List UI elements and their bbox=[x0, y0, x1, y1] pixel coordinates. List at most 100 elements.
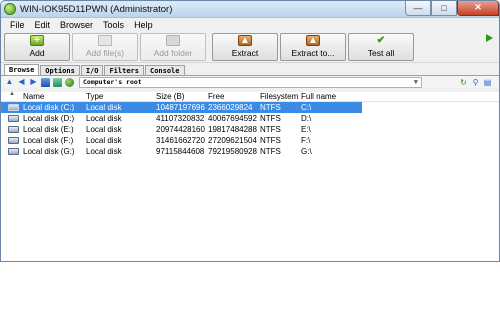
column-size[interactable]: Size (B) bbox=[156, 92, 208, 101]
table-row[interactable]: Local disk (G:) Local disk 97115844608 7… bbox=[1, 146, 499, 157]
title-bar: WIN-IOK95D11PWN (Administrator) — □ ✕ bbox=[1, 1, 499, 18]
column-free[interactable]: Free bbox=[208, 92, 260, 101]
cell-size: 41107320832 bbox=[156, 114, 205, 123]
cell-type: Local disk bbox=[86, 147, 122, 156]
hard-disk-icon bbox=[8, 115, 19, 122]
cell-full-name: C:\ bbox=[301, 103, 312, 112]
test-all-label: Test all bbox=[367, 48, 395, 58]
tab-io[interactable]: I/O bbox=[80, 65, 104, 75]
navigation-bar: ▲ ◀ ▶ Computer's root ▼ ↻ ⚲ ▤ bbox=[1, 75, 499, 88]
checkmark-icon: ✔ bbox=[376, 34, 386, 46]
view-options-icon[interactable]: ▤ bbox=[483, 78, 492, 87]
test-all-button[interactable]: ✔ Test all bbox=[348, 32, 414, 61]
extract-icon: ▲ bbox=[238, 35, 252, 46]
menu-file[interactable]: File bbox=[5, 20, 30, 30]
add-files-button[interactable]: Add file(s) bbox=[72, 32, 138, 61]
archive-cube-icon[interactable] bbox=[41, 77, 50, 87]
cell-filesystem: NTFS bbox=[260, 114, 281, 123]
add-button[interactable]: + Add bbox=[4, 32, 70, 61]
column-full-name[interactable]: Full name bbox=[301, 92, 361, 101]
sort-up-icon: ▲ bbox=[9, 91, 15, 97]
app-logo-icon bbox=[4, 3, 16, 15]
app-window: WIN-IOK95D11PWN (Administrator) — □ ✕ Fi… bbox=[0, 0, 500, 262]
maximize-button[interactable]: □ bbox=[431, 1, 457, 16]
minimize-button[interactable]: — bbox=[405, 1, 431, 16]
forward-arrow-icon[interactable]: ▶ bbox=[29, 78, 38, 87]
cell-free: 19817484288 bbox=[208, 125, 257, 134]
cell-filesystem: NTFS bbox=[260, 125, 281, 134]
cell-free: 79219580928 bbox=[208, 147, 257, 156]
cell-filesystem: NTFS bbox=[260, 136, 281, 145]
extract-label: Extract bbox=[231, 48, 259, 58]
window-title: WIN-IOK95D11PWN (Administrator) bbox=[20, 3, 173, 15]
cell-size: 20974428160 bbox=[156, 125, 205, 134]
path-text: Computer's root bbox=[83, 78, 142, 86]
menu-help[interactable]: Help bbox=[129, 20, 158, 30]
add-button-label: Add bbox=[29, 48, 45, 58]
add-folder-button[interactable]: Add folder bbox=[140, 32, 206, 61]
extract-button[interactable]: ▲ Extract bbox=[212, 32, 278, 61]
cell-full-name: D:\ bbox=[301, 114, 312, 123]
extract-to-icon: ▲ bbox=[306, 35, 320, 46]
cell-size: 97115844608 bbox=[156, 147, 205, 156]
search-icon[interactable]: ⚲ bbox=[471, 78, 480, 87]
hard-disk-icon bbox=[8, 104, 19, 111]
cell-free: 40067694592 bbox=[208, 114, 257, 123]
nav-right-tools: ↻ ⚲ ▤ bbox=[459, 78, 495, 87]
menu-tools[interactable]: Tools bbox=[98, 20, 129, 30]
add-folder-icon bbox=[166, 35, 180, 46]
cell-free: 27209621504 bbox=[208, 136, 257, 145]
table-row[interactable]: Local disk (D:) Local disk 41107320832 4… bbox=[1, 113, 499, 124]
menu-edit[interactable]: Edit bbox=[30, 20, 56, 30]
archive-alt-icon[interactable] bbox=[53, 77, 62, 87]
extract-to-label: Extract to... bbox=[291, 48, 335, 58]
file-list: ▲ Name Type Size (B) Free Filesystem Ful… bbox=[1, 91, 499, 261]
hard-disk-icon bbox=[8, 137, 19, 144]
cell-type: Local disk bbox=[86, 125, 122, 134]
add-archive-icon: + bbox=[30, 35, 44, 46]
cell-type: Local disk bbox=[86, 136, 122, 145]
cell-type: Local disk bbox=[86, 114, 122, 123]
cell-filesystem: NTFS bbox=[260, 103, 281, 112]
close-button[interactable]: ✕ bbox=[457, 1, 499, 16]
extract-to-button[interactable]: ▲ Extract to... bbox=[280, 32, 346, 61]
column-filesystem[interactable]: Filesystem bbox=[260, 92, 301, 101]
cell-free: 2366029824 bbox=[208, 103, 253, 112]
cell-full-name: F:\ bbox=[301, 136, 311, 145]
menu-bar: File Edit Browser Tools Help bbox=[1, 18, 499, 31]
table-row[interactable]: Local disk (F:) Local disk 31461662720 2… bbox=[1, 135, 499, 146]
list-header: ▲ Name Type Size (B) Free Filesystem Ful… bbox=[1, 91, 499, 102]
refresh-icon[interactable]: ↻ bbox=[459, 78, 468, 87]
tab-filters[interactable]: Filters bbox=[104, 65, 144, 75]
expand-arrow-icon[interactable] bbox=[486, 34, 493, 42]
cell-filesystem: NTFS bbox=[260, 147, 281, 156]
computer-root-icon[interactable] bbox=[65, 77, 74, 87]
close-icon: ✕ bbox=[474, 2, 482, 12]
back-arrow-icon[interactable]: ◀ bbox=[17, 78, 26, 87]
menu-browser[interactable]: Browser bbox=[55, 20, 98, 30]
tab-strip: Browse Options I/O Filters Console bbox=[1, 64, 499, 75]
add-files-label: Add file(s) bbox=[85, 48, 125, 58]
cell-type: Local disk bbox=[86, 103, 122, 112]
table-row[interactable]: Local disk (C:) Local disk 10487197696 2… bbox=[1, 102, 362, 113]
chevron-down-icon[interactable]: ▼ bbox=[414, 78, 418, 86]
table-row[interactable]: Local disk (E:) Local disk 20974428160 1… bbox=[1, 124, 499, 135]
cell-size: 10487197696 bbox=[156, 103, 205, 112]
window-controls: — □ ✕ bbox=[405, 1, 499, 18]
tab-browse[interactable]: Browse bbox=[4, 64, 40, 75]
path-field[interactable]: Computer's root ▼ bbox=[79, 76, 422, 88]
hard-disk-icon bbox=[8, 148, 19, 155]
add-folder-label: Add folder bbox=[153, 48, 193, 58]
hard-disk-icon bbox=[8, 126, 19, 133]
cell-size: 31461662720 bbox=[156, 136, 205, 145]
tab-options[interactable]: Options bbox=[40, 65, 80, 75]
minimize-icon: — bbox=[413, 2, 423, 13]
tab-console[interactable]: Console bbox=[144, 65, 185, 75]
maximize-icon: □ bbox=[441, 2, 447, 13]
up-arrow-icon[interactable]: ▲ bbox=[5, 78, 14, 87]
cell-full-name: G:\ bbox=[301, 147, 312, 156]
toolbar: + Add Add file(s) Add folder ▲ Extract ▲… bbox=[1, 31, 499, 63]
add-file-icon bbox=[98, 35, 112, 46]
column-type[interactable]: Type bbox=[86, 92, 156, 101]
cell-full-name: E:\ bbox=[301, 125, 311, 134]
